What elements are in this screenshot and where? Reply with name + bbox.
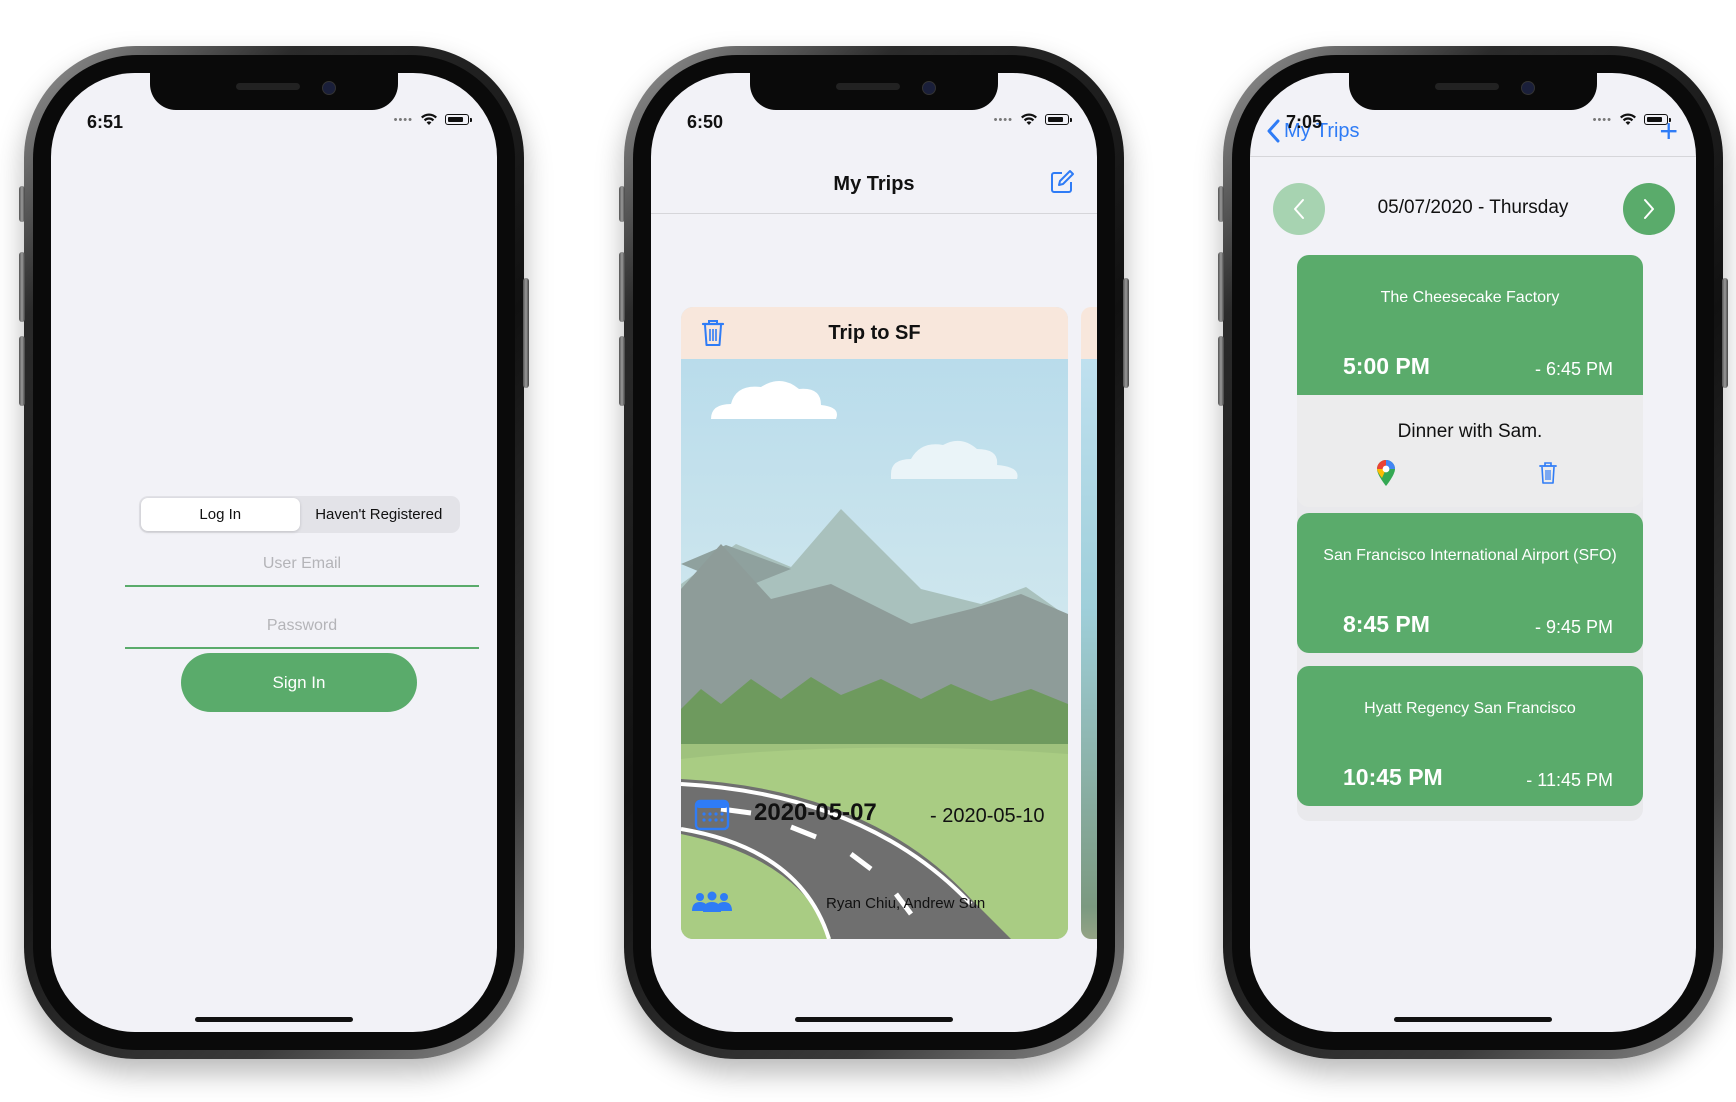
- next-day-button[interactable]: [1623, 183, 1675, 235]
- trip-title: Trip to SF: [828, 322, 921, 344]
- trip-members: Ryan Chiu, Andrew Sun: [691, 889, 1061, 919]
- auth-mode-segmented-control[interactable]: Log In Haven't Registered: [139, 496, 460, 533]
- event-note: Dinner with Sam.: [1397, 421, 1543, 442]
- navigation-bar: My Trips: [651, 153, 1097, 214]
- wifi-icon: [1620, 113, 1636, 125]
- event-card[interactable]: San Francisco International Airport (SFO…: [1297, 513, 1643, 653]
- wifi-icon: [421, 113, 437, 125]
- trip-card[interactable]: Trip to SF 2020-05-07 - 2020-05-10 Ryan …: [681, 307, 1068, 939]
- next-trip-card-peek[interactable]: [1081, 307, 1097, 939]
- page-title: My Trips: [833, 173, 915, 195]
- event-start-time: 5:00 PM: [1343, 353, 1430, 379]
- trip-dates: 2020-05-07 - 2020-05-10: [694, 797, 1054, 837]
- trip-end-date: - 2020-05-10: [930, 805, 1045, 827]
- event-card[interactable]: Hyatt Regency San Francisco 10:45 PM - 1…: [1297, 666, 1643, 806]
- status-icons: ••••: [393, 113, 472, 126]
- trips-screen: 6:50 •••• My Trips Trip to SF 2020-05-07…: [651, 73, 1097, 1032]
- status-time: 7:05: [1286, 112, 1323, 132]
- chevron-left-icon: [1267, 119, 1280, 143]
- wifi-icon: [1021, 113, 1037, 125]
- login-screen: 6:51 •••• Log In Haven't Registered User…: [51, 73, 497, 1032]
- signal-icon: ••••: [1592, 113, 1612, 126]
- trip-card-header: Trip to SF: [681, 307, 1068, 359]
- phone-login: 6:51 •••• Log In Haven't Registered User…: [19, 46, 529, 1059]
- event-start-time: 10:45 PM: [1343, 764, 1443, 790]
- signal-icon: ••••: [393, 113, 413, 126]
- status-icons: ••••: [1592, 113, 1671, 126]
- trip-member-names: Ryan Chiu, Andrew Sun: [826, 895, 986, 912]
- compose-icon[interactable]: [1049, 169, 1075, 195]
- people-icon: [692, 891, 732, 912]
- home-indicator: [195, 1017, 353, 1022]
- tab-havent-registered[interactable]: Haven't Registered: [300, 498, 459, 531]
- email-field[interactable]: User Email: [125, 543, 479, 587]
- event-place: The Cheesecake Factory: [1380, 289, 1560, 306]
- event-detail: Dinner with Sam.: [1297, 395, 1643, 507]
- calendar-icon: [694, 799, 730, 831]
- chevron-right-icon: [1644, 199, 1654, 219]
- battery-icon: [445, 114, 472, 125]
- map-pin-icon[interactable]: [1375, 459, 1397, 487]
- phone-itinerary: 7:05 •••• My Trips + 05/07/2020 - Thursd…: [1218, 46, 1728, 1059]
- event-place: Hyatt Regency San Francisco: [1364, 700, 1576, 717]
- phone-trips: 6:50 •••• My Trips Trip to SF 2020-05-07…: [619, 46, 1129, 1059]
- trip-start-date: 2020-05-07: [754, 799, 877, 826]
- event-end-time: - 6:45 PM: [1534, 359, 1613, 379]
- sign-in-button[interactable]: Sign In: [181, 653, 417, 712]
- status-icons: ••••: [993, 113, 1072, 126]
- event-end-time: - 11:45 PM: [1526, 770, 1613, 790]
- home-indicator: [795, 1017, 953, 1022]
- status-time: 6:50: [687, 112, 724, 132]
- battery-icon: [1644, 114, 1671, 125]
- landscape-illustration: [681, 359, 1068, 939]
- status-time: 6:51: [87, 112, 124, 132]
- event-start-time: 8:45 PM: [1343, 611, 1430, 637]
- event-card[interactable]: The Cheesecake Factory 5:00 PM - 6:45 PM…: [1297, 255, 1643, 507]
- event-place: San Francisco International Airport (SFO…: [1323, 547, 1617, 564]
- password-field[interactable]: Password: [125, 605, 479, 649]
- trash-icon[interactable]: [1537, 461, 1559, 485]
- battery-icon: [1045, 114, 1072, 125]
- itinerary-screen: 7:05 •••• My Trips + 05/07/2020 - Thursd…: [1250, 73, 1696, 1032]
- event-end-time: - 9:45 PM: [1534, 617, 1613, 637]
- tab-log-in[interactable]: Log In: [141, 498, 300, 531]
- home-indicator: [1394, 1017, 1552, 1022]
- signal-icon: ••••: [993, 113, 1013, 126]
